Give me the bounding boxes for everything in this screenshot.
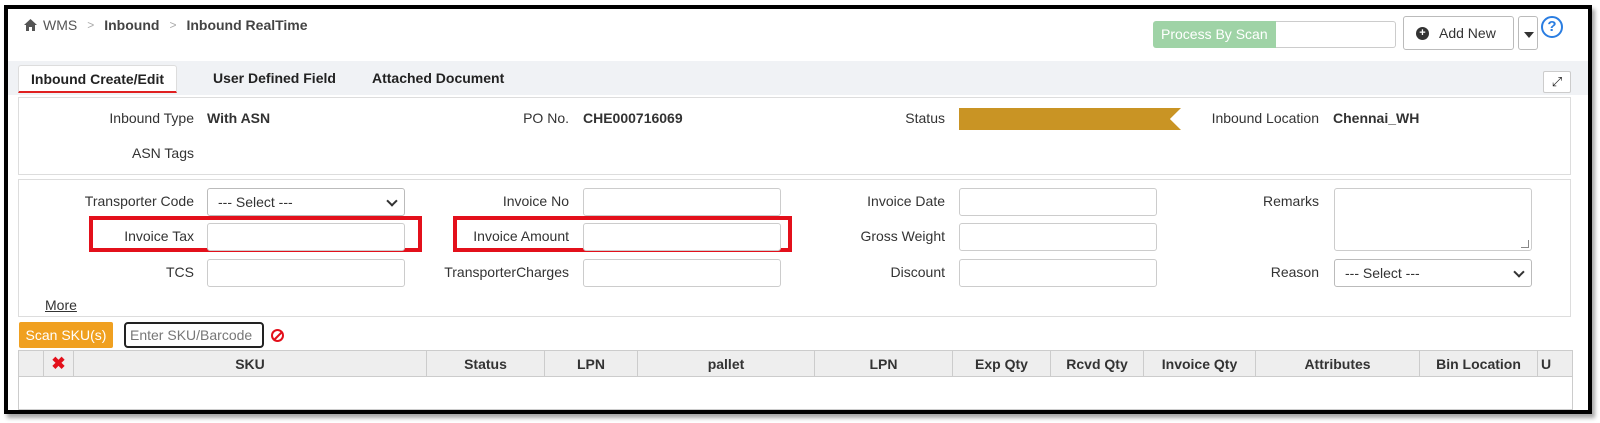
column-header-attributes[interactable]: Attributes [1256,351,1420,377]
tab-inbound-create-edit[interactable]: Inbound Create/Edit [18,65,177,93]
breadcrumb-inbound[interactable]: Inbound [104,17,159,33]
discount-input[interactable] [959,259,1157,287]
invoice-tax-input[interactable] [207,223,405,251]
invoice-tax-label: Invoice Tax [124,228,194,244]
column-header-invoice-qty[interactable]: Invoice Qty [1144,351,1256,377]
resize-handle-icon[interactable] [1521,240,1529,248]
inbound-type-value: With ASN [207,110,271,126]
invoice-no-input[interactable] [583,188,781,216]
invoice-no-label: Invoice No [502,193,569,209]
status-flag [959,108,1181,130]
more-link[interactable]: More [45,297,77,313]
column-header-sku[interactable]: SKU [74,351,427,377]
inbound-type-label: Inbound Type [109,110,194,126]
tab-user-defined-field[interactable]: User Defined Field [213,65,336,93]
remarks-textarea[interactable] [1334,188,1532,251]
gross-weight-input[interactable] [959,223,1157,251]
column-header-status[interactable]: Status [427,351,545,377]
delete-x-icon[interactable]: ✖ [51,354,65,373]
invoice-amount-input[interactable] [583,223,781,251]
chevron-down-icon [386,195,398,207]
tcs-input[interactable] [207,259,405,287]
po-no-value: CHE000716069 [583,110,683,126]
expand-icon[interactable]: ⤢ [1543,71,1571,93]
breadcrumb-home[interactable]: WMS [43,17,77,33]
invoice-amount-label: Invoice Amount [473,228,569,244]
inbound-form-panel: Transporter Code --- Select --- Invoice … [18,179,1571,317]
transporter-code-select[interactable]: --- Select --- [207,188,405,216]
add-new-button[interactable]: + Add New [1403,16,1514,50]
caret-down-icon [1524,32,1534,38]
chevron-down-icon [1513,266,1525,278]
add-new-label: Add New [1439,25,1496,41]
scan-sku-button[interactable]: Scan SKU(s) [19,322,113,348]
tcs-label: TCS [166,264,194,280]
column-header-lpn[interactable]: LPN [545,351,638,377]
process-by-scan: Process By Scan [1153,21,1396,48]
tab-attached-document[interactable]: Attached Document [372,65,504,93]
breadcrumb-current: Inbound RealTime [186,17,308,33]
column-header-exp-qty[interactable]: Exp Qty [953,351,1051,377]
help-icon[interactable]: ? [1541,16,1563,38]
select-column-header [19,351,44,377]
reason-select[interactable]: --- Select --- [1334,259,1532,287]
column-header-rcvd-qty[interactable]: Rcvd Qty [1051,351,1144,377]
column-header-pallet[interactable]: pallet [638,351,815,377]
remarks-label: Remarks [1262,193,1319,209]
inbound-location-label: Inbound Location [1211,110,1319,126]
po-no-label: PO No. [523,110,569,126]
transporter-charges-input[interactable] [583,259,781,287]
transporter-charges-label: TransporterCharges [444,264,569,280]
home-icon[interactable] [24,19,37,31]
asn-tags-label: ASN Tags [132,145,194,161]
column-header-truncated[interactable]: U [1538,351,1578,377]
add-new-dropdown-button[interactable] [1518,16,1538,50]
inbound-items-table: ✖ SKU Status LPN pallet LPN Exp Qty Rcvd… [18,350,1573,410]
table-header: ✖ SKU Status LPN pallet LPN Exp Qty Rcvd… [19,351,1572,377]
reason-value: --- Select --- [1345,265,1420,281]
gross-weight-label: Gross Weight [860,228,945,244]
app-window: WMS > Inbound > Inbound RealTime Process… [4,5,1592,414]
sku-barcode-input[interactable]: Enter SKU/Barcode [124,322,264,348]
process-by-scan-label: Process By Scan [1153,21,1276,48]
breadcrumb: WMS > Inbound > Inbound RealTime [24,17,308,33]
invoice-date-input[interactable] [959,188,1157,216]
breadcrumb-separator: > [87,18,95,32]
discount-label: Discount [890,264,945,280]
transporter-code-value: --- Select --- [218,194,293,210]
invoice-date-label: Invoice Date [867,193,945,209]
process-by-scan-input[interactable] [1275,21,1396,48]
column-header-bin-location[interactable]: Bin Location [1420,351,1538,377]
inbound-summary-panel: Inbound Type With ASN PO No. CHE00071606… [18,97,1571,175]
plus-circle-icon: + [1416,26,1429,40]
inbound-location-value: Chennai_WH [1333,110,1420,126]
transporter-code-label: Transporter Code [84,193,194,209]
tab-bar: Inbound Create/Edit User Defined Field A… [8,61,1588,95]
reason-label: Reason [1270,264,1319,280]
status-label: Status [905,110,945,126]
breadcrumb-separator: > [169,18,177,32]
column-header-lpn-2[interactable]: LPN [815,351,953,377]
top-bar: WMS > Inbound > Inbound RealTime Process… [8,9,1588,57]
clear-icon[interactable] [271,329,284,342]
delete-column-header[interactable]: ✖ [44,351,74,377]
